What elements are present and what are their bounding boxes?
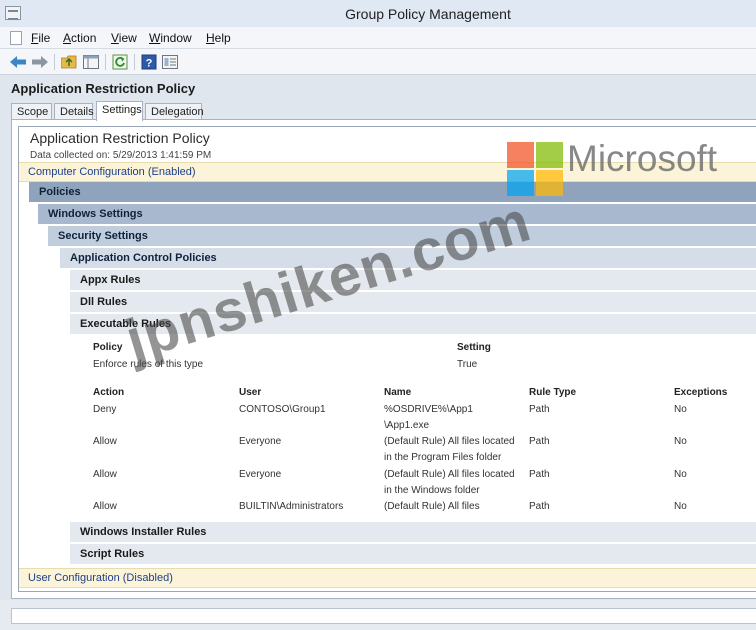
rule-name-line2: \App1.exe	[384, 420, 430, 431]
setting-column-header: Setting	[457, 342, 491, 353]
toolbar-separator	[54, 54, 55, 70]
rule-user: BUILTIN\Administrators	[239, 501, 344, 512]
rule-action: Deny	[93, 404, 117, 415]
properties-icon[interactable]	[161, 53, 179, 70]
rule-action: Allow	[93, 436, 117, 447]
exceptions-column-header: Exceptions	[674, 387, 728, 398]
menu-action[interactable]: Action	[63, 31, 96, 45]
microsoft-wordmark: Microsoft	[567, 138, 718, 179]
window-title: Group Policy Management	[345, 6, 511, 22]
rule-user: Everyone	[239, 436, 282, 447]
rule-action: Allow	[93, 501, 117, 512]
rule-name-line2: in the Windows folder	[384, 485, 480, 496]
tab-details[interactable]: Details	[54, 103, 94, 120]
rule-name-line2: in the Program Files folder	[384, 452, 502, 463]
title-bar: Group Policy Management	[0, 0, 756, 27]
document-menu-icon[interactable]	[10, 31, 22, 45]
show-hide-tree-icon[interactable]	[82, 53, 100, 70]
rule-exceptions: No	[674, 436, 687, 447]
enforce-rules-setting: True	[457, 359, 478, 370]
rule-exceptions: No	[674, 404, 687, 415]
windows-installer-rules-band[interactable]: Windows Installer Rules	[70, 522, 756, 542]
menu-bar: File Action View Window Help	[0, 27, 756, 49]
rule-name-line1: (Default Rule) All files	[384, 501, 480, 512]
policy-column-header: Policy	[93, 342, 123, 353]
data-collected-label: Data collected on: 5/29/2013 1:41:59 PM	[30, 150, 212, 161]
tab-scope[interactable]: Scope	[11, 103, 52, 120]
svg-text:?: ?	[146, 57, 153, 69]
user-configuration-band[interactable]: User Configuration (Disabled)	[19, 568, 756, 588]
menu-window[interactable]: Window	[149, 31, 192, 45]
rule-type: Path	[529, 501, 550, 512]
rule-name-line1: (Default Rule) All files located	[384, 436, 515, 447]
rule-name-line1: (Default Rule) All files located	[384, 469, 515, 480]
help-icon[interactable]: ?	[140, 53, 158, 70]
rule-action: Allow	[93, 469, 117, 480]
windows-settings-band[interactable]: Windows Settings	[38, 204, 756, 224]
menu-view[interactable]: View	[111, 31, 137, 45]
rule-type: Path	[529, 469, 550, 480]
toolbar: ?	[0, 49, 756, 75]
rule-exceptions: No	[674, 501, 687, 512]
tab-settings[interactable]: Settings	[96, 101, 143, 121]
rule-user: CONTOSO\Group1	[239, 404, 326, 415]
back-arrow-icon[interactable]	[9, 53, 27, 70]
logo-green-square	[536, 142, 563, 168]
rule-exceptions: No	[674, 469, 687, 480]
rule-name-line1: %OSDRIVE%\App1	[384, 404, 473, 415]
rule-user: Everyone	[239, 469, 282, 480]
action-column-header: Action	[93, 387, 125, 398]
rule-type: Path	[529, 436, 550, 447]
script-rules-band[interactable]: Script Rules	[70, 544, 756, 564]
name-column-header: Name	[384, 387, 412, 398]
logo-yellow-square	[536, 170, 563, 196]
forward-arrow-icon[interactable]	[31, 53, 49, 70]
policies-band[interactable]: Policies	[29, 182, 756, 202]
report-title: Application Restriction Policy	[30, 130, 210, 146]
status-bar	[0, 600, 756, 630]
rule-type-column-header: Rule Type	[529, 387, 577, 398]
refresh-icon[interactable]	[111, 53, 129, 70]
gpo-heading: Application Restriction Policy	[11, 81, 196, 96]
folder-up-icon[interactable]	[60, 53, 78, 70]
user-column-header: User	[239, 387, 262, 398]
menu-file[interactable]: File	[31, 31, 50, 45]
rule-type: Path	[529, 404, 550, 415]
toolbar-separator	[134, 54, 135, 70]
status-field	[11, 608, 756, 624]
toolbar-separator	[105, 54, 106, 70]
tab-delegation[interactable]: Delegation	[145, 103, 204, 120]
logo-red-square	[507, 142, 534, 168]
menu-help[interactable]: Help	[206, 31, 231, 45]
